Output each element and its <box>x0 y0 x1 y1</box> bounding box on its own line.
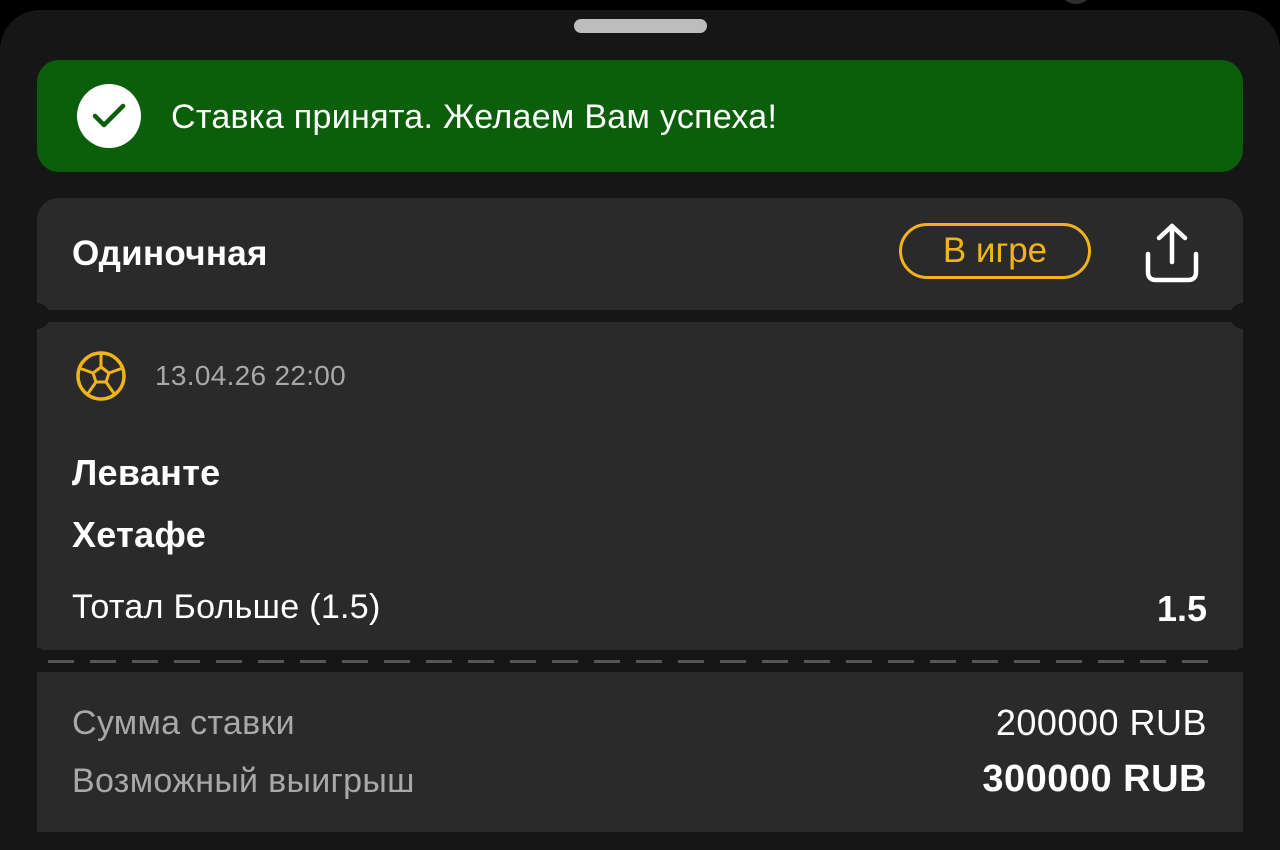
payout-label: Возможный выигрыш <box>72 762 415 800</box>
stake-label: Сумма ставки <box>72 704 295 742</box>
ticket-notch <box>24 648 50 674</box>
ticket-notch <box>1230 303 1256 329</box>
sheet-grabber[interactable] <box>574 19 707 33</box>
checkmark-icon <box>77 84 141 148</box>
bet-card-header: Одиночная В игре <box>37 198 1243 310</box>
toast-message: Ставка принята. Желаем Вам успеха! <box>171 98 778 136</box>
share-icon[interactable] <box>1143 222 1201 284</box>
soccer-ball-icon <box>75 350 127 402</box>
stake-value: 200000 RUB <box>995 702 1207 743</box>
ticket-notch <box>1230 648 1256 674</box>
away-team: Хетафе <box>72 514 207 555</box>
market-label: Тотал Больше (1.5) <box>72 588 381 626</box>
ticket-notch <box>24 303 50 329</box>
success-toast: Ставка принята. Желаем Вам успеха! <box>37 60 1243 172</box>
bet-card-event: 13.04.26 22:00 Леванте Хетафе Тотал Боль… <box>37 322 1243 650</box>
home-team: Леванте <box>72 452 221 493</box>
bet-type-label: Одиночная <box>72 234 268 273</box>
bet-summary: Сумма ставки 200000 RUB Возможный выигры… <box>37 672 1243 832</box>
odds-value: 1.5 <box>1156 588 1207 629</box>
status-bar-indicator <box>1058 0 1094 4</box>
status-badge: В игре <box>899 223 1091 279</box>
event-datetime: 13.04.26 22:00 <box>155 360 347 391</box>
dashed-divider <box>48 660 1218 663</box>
payout-value: 300000 RUB <box>982 758 1207 800</box>
